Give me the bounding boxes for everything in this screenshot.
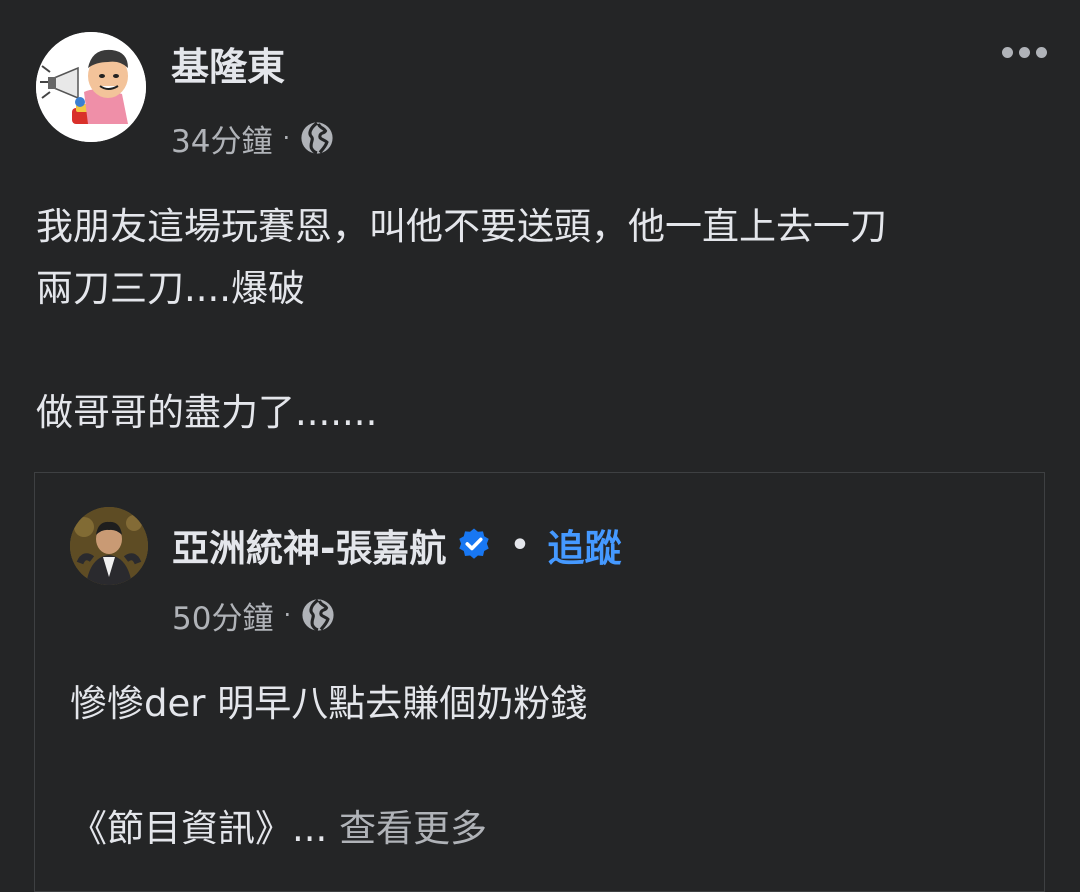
- more-options-dot: [1035, 46, 1047, 58]
- post-text-line: 我朋友這場玩賽恩，叫他不要送頭，他一直上去一刀: [36, 205, 887, 248]
- verified-badge-icon: [459, 528, 490, 559]
- shared-author-name[interactable]: 亞洲統神-張嘉航: [172, 518, 446, 572]
- header-separator: •: [510, 527, 530, 563]
- cartoon-avatar-image: [36, 32, 146, 142]
- post-meta: 34分鐘 ·: [171, 116, 334, 160]
- shared-post-meta: 50分鐘 ·: [172, 593, 335, 637]
- shared-post-card[interactable]: 亞洲統神-張嘉航 • 追蹤 50分鐘 · 慘慘der 明早八點去賺個奶粉錢 《節…: [34, 472, 1045, 892]
- shared-post-time[interactable]: 50分鐘: [172, 593, 273, 638]
- post-text: 我朋友這場玩賽恩，叫他不要送頭，他一直上去一刀 兩刀三刀....爆破 做哥哥的盡…: [36, 196, 1046, 444]
- more-options-icon: [1001, 46, 1013, 58]
- program-info-text: 《節目資訊》...: [70, 807, 328, 850]
- globe-icon[interactable]: [300, 121, 334, 155]
- more-options-button[interactable]: [996, 36, 1052, 68]
- meta-separator: ·: [282, 124, 291, 152]
- globe-icon[interactable]: [301, 598, 335, 632]
- post-line-gap: [36, 320, 1046, 382]
- shared-post-more-line: 《節目資訊》... 查看更多: [70, 798, 487, 860]
- post-text-line: 兩刀三刀....爆破: [36, 267, 306, 310]
- more-options-dot: [1018, 46, 1030, 58]
- shared-post-text: 慘慘der 明早八點去賺個奶粉錢: [70, 682, 588, 725]
- author-avatar[interactable]: [36, 32, 146, 142]
- person-avatar-image: [70, 507, 148, 585]
- post-time[interactable]: 34分鐘: [171, 116, 272, 161]
- shared-author-avatar[interactable]: [70, 507, 148, 585]
- meta-separator: ·: [283, 601, 292, 629]
- shared-post-header: 亞洲統神-張嘉航 • 追蹤: [172, 519, 622, 571]
- see-more-link[interactable]: 查看更多: [339, 807, 487, 850]
- author-name[interactable]: 基隆東: [171, 42, 285, 92]
- follow-button[interactable]: 追蹤: [548, 518, 622, 572]
- post-text-line: 做哥哥的盡力了.......: [36, 391, 378, 434]
